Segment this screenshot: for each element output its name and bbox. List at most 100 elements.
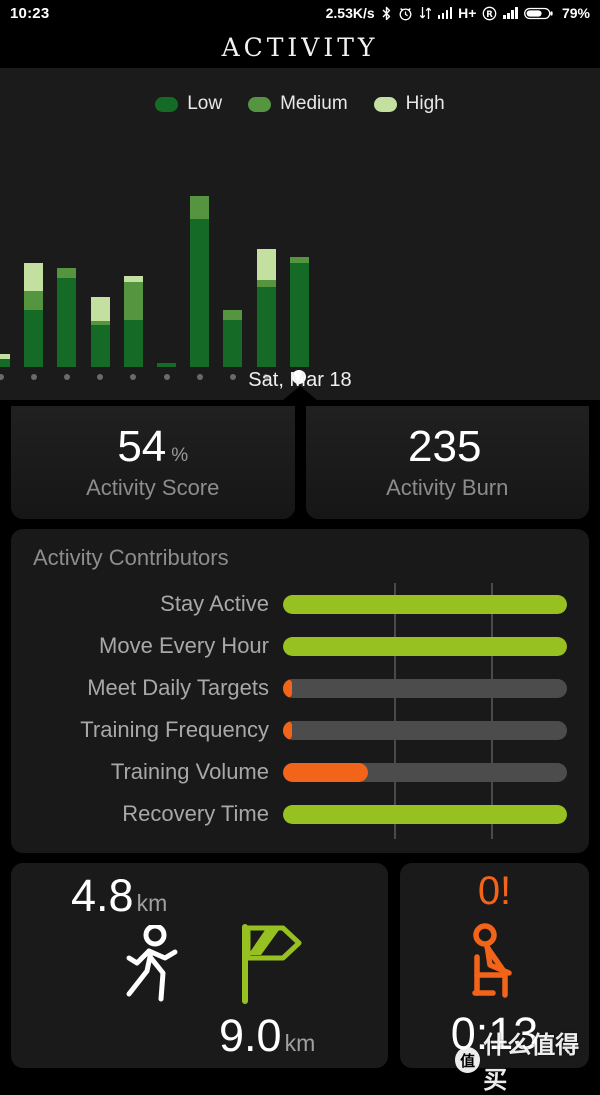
contributors-title: Activity Contributors (33, 545, 229, 570)
contributor-row[interactable]: Recovery Time (33, 793, 567, 835)
walk-distance-group: 4.8 km (71, 873, 167, 918)
flag-icon (239, 923, 307, 1010)
contributor-label: Stay Active (160, 591, 269, 616)
walk-distance-value: 4.8 (71, 870, 134, 921)
contributor-row[interactable]: Stay Active (33, 583, 567, 625)
goal-distance-value: 9.0 (219, 1010, 282, 1061)
legend-label-low: Low (187, 93, 223, 114)
data-transfer-icon (419, 6, 432, 20)
goal-distance-group: 9.0 km (219, 1013, 315, 1058)
contributor-progress-fill (283, 594, 567, 614)
contributor-label: Training Volume (110, 759, 269, 784)
signal-bars-icon (437, 7, 453, 19)
chart-bars[interactable] (0, 177, 600, 367)
contributor-label: Training Frequency (80, 717, 269, 742)
activity-burn-card[interactable]: 235 Activity Burn (305, 406, 589, 519)
contributor-label: Meet Daily Targets (87, 675, 269, 700)
watermark-text: 什么值得买 (483, 1031, 580, 1094)
inactivity-alert-badge: 0! (477, 869, 512, 913)
network-type-label: H+ (458, 5, 477, 21)
contributor-label: Move Every Hour (99, 633, 269, 658)
chart-bar-segment (123, 281, 143, 320)
contributor-progress-fill (283, 678, 292, 698)
chart-bar[interactable] (90, 296, 110, 367)
contributor-row[interactable]: Training Volume (33, 751, 567, 793)
chart-bar-segment (289, 262, 309, 367)
contributor-progress-fill (283, 762, 369, 782)
chart-bar-segment (256, 249, 276, 280)
sitting-person-icon (463, 923, 527, 1010)
contributor-progress-track (283, 762, 567, 782)
page-title: ACTIVITY (221, 32, 379, 62)
contributor-row[interactable]: Training Frequency (33, 709, 567, 751)
alarm-icon (398, 6, 413, 21)
chart-bar[interactable] (0, 353, 10, 367)
chart-bar-segment (223, 310, 243, 320)
contributor-progress-track (283, 594, 567, 614)
watermark: 值 什么值得买 (455, 1025, 600, 1095)
activity-burn-value: 235 (408, 421, 482, 471)
legend-swatch-low (155, 96, 179, 112)
activity-score-value: 54 (117, 421, 167, 471)
goal-distance-unit: km (284, 1030, 316, 1056)
chart-bar-segment (256, 279, 276, 288)
contributors-gridline-2 (491, 583, 493, 839)
contributor-row[interactable]: Meet Daily Targets (33, 667, 567, 709)
activity-contributors-card[interactable]: Activity Contributors Stay Active Move Ev… (11, 529, 589, 853)
legend-item-high: High (373, 93, 445, 115)
activity-chart-panel[interactable]: Low Medium High Sat, Mar 18 (0, 68, 600, 400)
chart-bar-segment (123, 319, 143, 367)
legend-item-low: Low (155, 93, 222, 115)
chart-bar[interactable] (123, 275, 143, 367)
activity-score-unit: % (171, 444, 189, 466)
summary-stats-row: 54 % Activity Score 235 Activity Burn (0, 400, 600, 519)
contributors-rows: Stay Active Move Every Hour Meet Daily Tar… (33, 583, 567, 839)
chart-bar-segment (190, 196, 210, 219)
contributor-progress-track (283, 678, 567, 698)
battery-percent-label: 79% (561, 5, 590, 21)
chart-bar-segment (24, 262, 44, 291)
roaming-icon: R (482, 6, 497, 21)
app-header: ACTIVITY (0, 26, 600, 68)
chart-bar[interactable] (190, 196, 210, 367)
chart-bar[interactable] (256, 249, 276, 367)
watermark-logo-icon: 值 (455, 1047, 481, 1073)
contributor-progress-fill (283, 804, 567, 824)
activity-score-value-group: 54 % (117, 421, 189, 471)
distance-card[interactable]: 4.8 km 9.0 km (11, 863, 388, 1068)
chart-bar-segment (0, 359, 10, 367)
chart-bar-segment (256, 287, 276, 367)
selection-pointer (283, 386, 317, 400)
signal-bars-icon-2 (503, 7, 518, 19)
chart-bar-segment (90, 325, 110, 367)
chart-bar[interactable] (289, 256, 309, 367)
contributor-progress-fill (283, 720, 292, 740)
activity-burn-label: Activity Burn (386, 474, 509, 500)
activity-score-label: Activity Score (86, 474, 220, 500)
network-speed-label: 2.53K/s (325, 5, 375, 21)
chart-bar[interactable] (24, 262, 44, 367)
status-bar: 10:23 2.53K/s H+ R 79% (0, 0, 600, 26)
legend-label-medium: Medium (280, 93, 348, 114)
chart-bar-segment (24, 291, 44, 310)
activity-score-card[interactable]: 54 % Activity Score (11, 406, 295, 519)
chart-bar[interactable] (223, 310, 243, 367)
chart-bar-segment (223, 319, 243, 367)
contributors-gridline-1 (394, 583, 396, 839)
svg-text:R: R (487, 10, 494, 20)
contributor-row[interactable]: Move Every Hour (33, 625, 567, 667)
chart-bar-segment (157, 363, 176, 367)
chart-bar-segment (57, 268, 77, 278)
legend-label-high: High (405, 93, 445, 114)
battery-icon (524, 6, 554, 21)
chart-bar-segment (57, 277, 77, 367)
contributor-progress-fill (283, 636, 567, 656)
activity-burn-value-group: 235 (408, 421, 486, 471)
contributor-progress-track (283, 804, 567, 824)
legend-item-medium: Medium (248, 93, 348, 115)
contributor-progress-track (283, 720, 567, 740)
chart-bar[interactable] (157, 363, 176, 367)
status-clock: 10:23 (10, 4, 50, 22)
status-icons-group: 2.53K/s H+ R 79% (326, 5, 590, 21)
chart-bar[interactable] (57, 268, 77, 367)
